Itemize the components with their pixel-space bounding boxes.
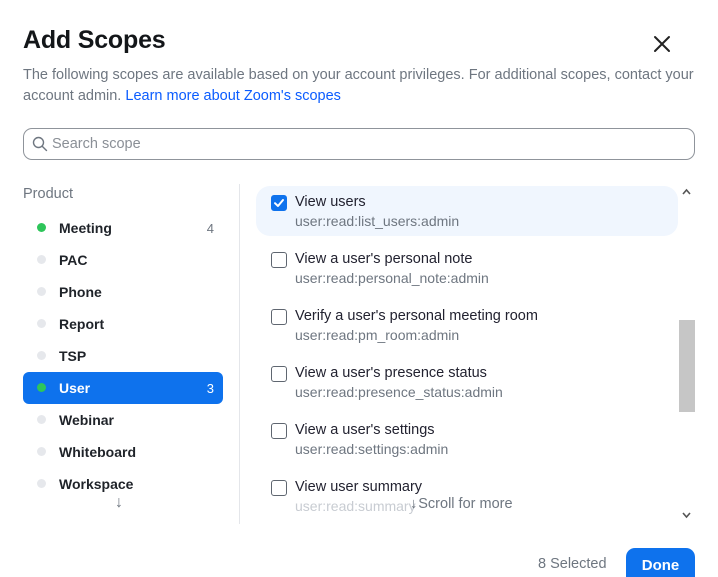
scrollbar-track[interactable] [678,200,695,506]
product-name: User [59,380,91,396]
scope-checkbox[interactable] [271,309,287,325]
product-item-webinar[interactable]: Webinar [23,404,223,436]
status-dot-icon [37,383,46,392]
scope-name: View user summary [295,479,423,495]
selected-count: 8 Selected [538,556,607,572]
product-count-badge: 4 [206,221,214,236]
product-name: Workspace [59,476,134,492]
scope-item[interactable]: View a user's personal note user:read:per… [256,243,678,293]
product-item-whiteboard[interactable]: Whiteboard [23,436,223,468]
learn-more-link[interactable]: Learn more about Zoom's scopes [125,88,341,104]
search-input[interactable] [52,129,682,159]
scope-list: View users user:read:list_users:admin View… [256,184,678,524]
product-item-user[interactable]: User 3 [23,372,223,404]
status-dot-icon [37,223,46,232]
scope-code: user:read:settings:admin [295,441,449,457]
scroll-for-more-hint[interactable]: ↓Scroll for more [410,496,513,512]
status-dot-icon [37,415,46,424]
product-heading: Product [23,186,73,202]
scope-checkbox[interactable] [271,366,287,382]
add-scopes-dialog: Add Scopes The following scopes are avai… [0,0,718,577]
status-dot-icon [37,255,46,264]
product-name: Phone [59,284,102,300]
scope-name: View a user's settings [295,422,435,438]
scope-code: user:read:pm_room:admin [295,327,460,343]
status-dot-icon [37,447,46,456]
scope-item[interactable]: View users user:read:list_users:admin [256,186,678,236]
scroll-down-arrow-icon: ↓ [410,496,418,512]
product-item-report[interactable]: Report [23,308,223,340]
product-item-workspace[interactable]: Workspace [23,468,223,500]
product-item-phone[interactable]: Phone [23,276,223,308]
product-item-pac[interactable]: PAC [23,244,223,276]
description-text: The following scopes are available based… [23,67,694,104]
product-name: TSP [59,348,87,364]
checkmark-icon [274,199,284,207]
scope-name: Verify a user's personal meeting room [295,308,538,324]
scope-checkbox[interactable] [271,480,287,496]
product-more-arrow-icon: ↓ [115,494,123,511]
scope-code: user:read:presence_status:admin [295,384,503,400]
scope-checkbox[interactable] [271,423,287,439]
search-box[interactable] [23,128,695,160]
close-button[interactable] [648,30,676,58]
dialog-description: The following scopes are available based… [23,65,695,107]
product-count-badge: 3 [206,381,214,396]
scope-checkbox[interactable] [271,252,287,268]
product-name: Meeting [59,220,112,236]
done-button[interactable]: Done [626,548,695,577]
product-name: PAC [59,252,88,268]
scroll-for-more-text: Scroll for more [418,496,513,512]
search-icon [32,136,48,152]
scrollbar-thumb[interactable] [679,320,695,412]
scroll-down-icon[interactable] [678,508,695,522]
scope-name: View users [295,194,366,210]
product-name: Report [59,316,105,332]
product-item-meeting[interactable]: Meeting 4 [23,212,223,244]
scope-name: View a user's presence status [295,365,487,381]
scope-scrollbar[interactable] [678,184,695,524]
product-name: Whiteboard [59,444,136,460]
scroll-up-icon[interactable] [678,185,695,199]
product-item-tsp[interactable]: TSP [23,340,223,372]
scope-item[interactable]: View a user's presence status user:read:p… [256,357,678,407]
status-dot-icon [37,479,46,488]
pane-divider [239,184,240,524]
scope-name: View a user's personal note [295,251,473,267]
product-list: Meeting 4 PAC Phone Report TSP User 3 Webinar Whi… [23,212,223,500]
status-dot-icon [37,319,46,328]
close-icon [654,36,670,52]
product-name: Webinar [59,412,114,428]
scope-code: user:read:list_users:admin [295,213,460,229]
status-dot-icon [37,287,46,296]
scope-item[interactable]: View a user's settings user:read:settings… [256,414,678,464]
scope-checkbox[interactable] [271,195,287,211]
dialog-title: Add Scopes [23,26,166,54]
scope-item[interactable]: Verify a user's personal meeting room use… [256,300,678,350]
status-dot-icon [37,351,46,360]
scope-code: user:read:summary [295,498,416,514]
scope-code: user:read:personal_note:admin [295,270,489,286]
